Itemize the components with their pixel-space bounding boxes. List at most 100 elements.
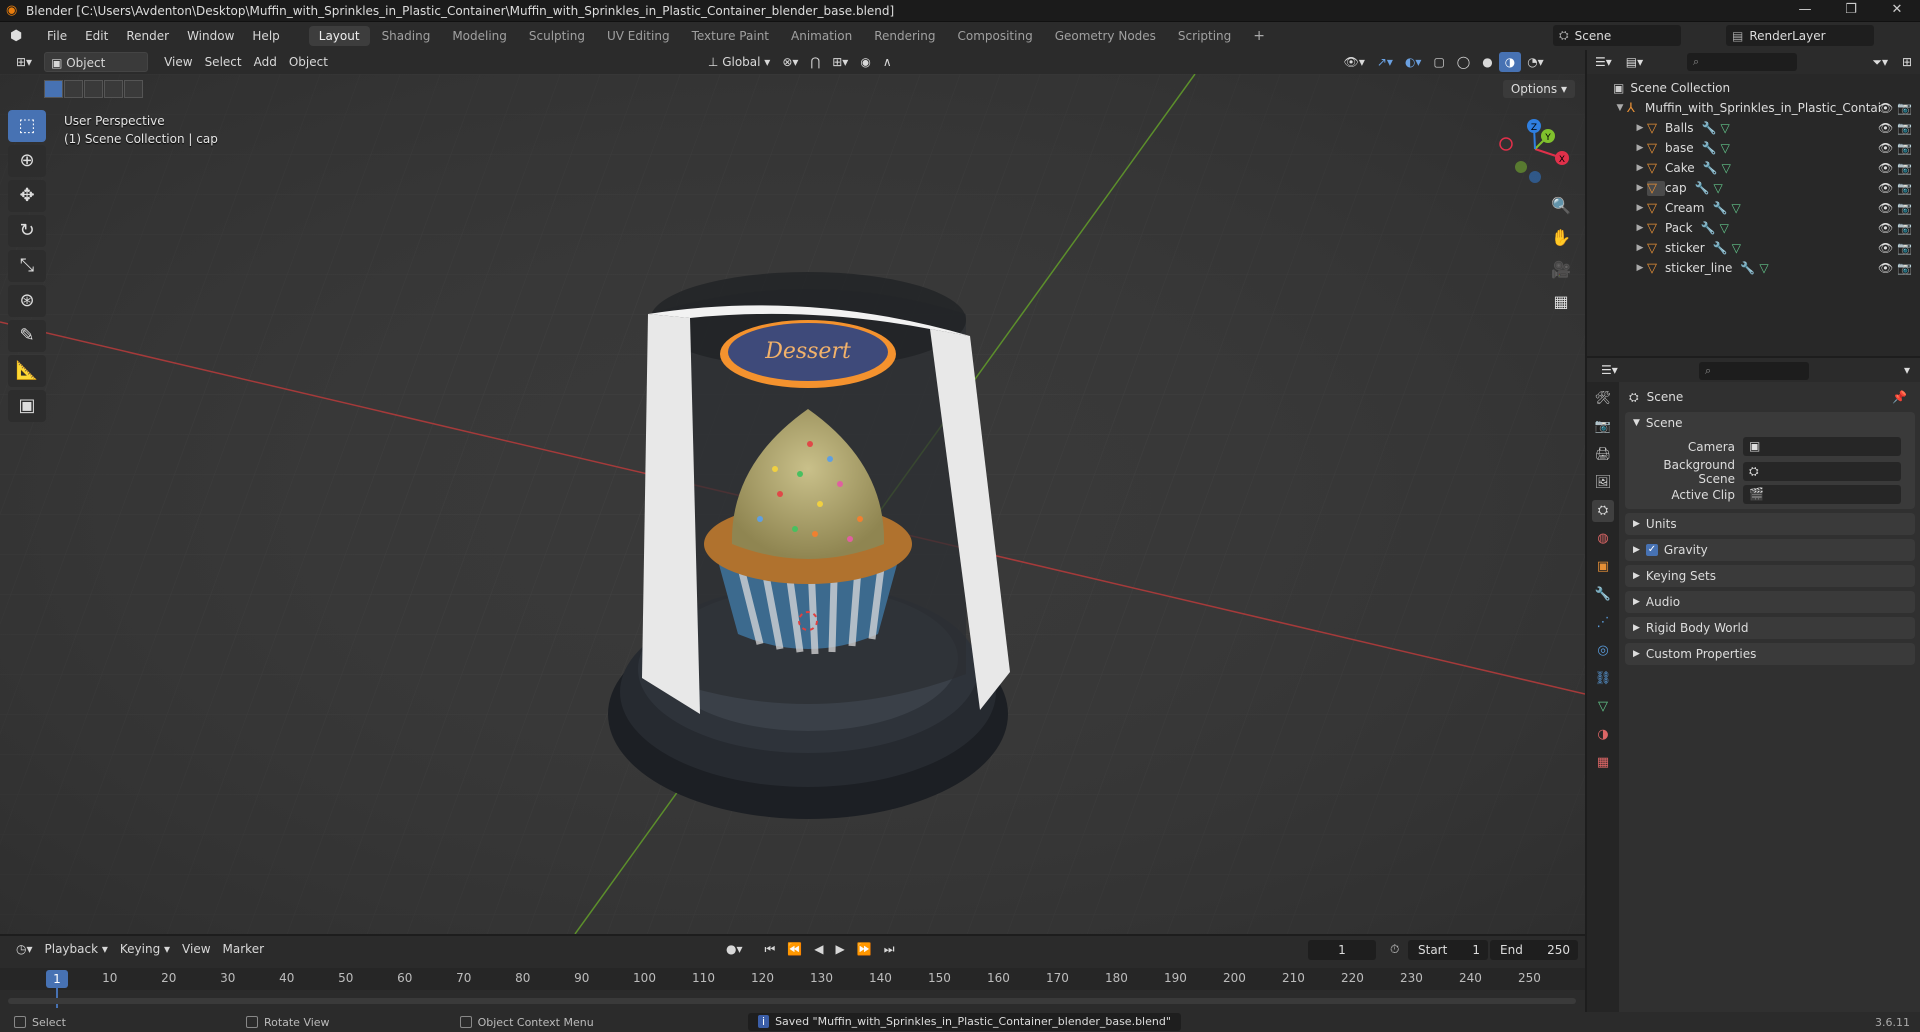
snap-target-icon[interactable]: ⊞▾	[826, 52, 854, 72]
end-frame-input[interactable]: End 250	[1490, 940, 1578, 960]
visibility-toggles[interactable]: 👁 📷	[1878, 121, 1912, 135]
menu-edit[interactable]: Edit	[76, 22, 117, 50]
tab-rendering[interactable]: Rendering	[864, 26, 945, 46]
material-tab-icon[interactable]: ◑	[1592, 724, 1614, 746]
timeline-ruler[interactable]: 1 10 20 30 40 50 60 70 80 90 100 110 120 130 140 150 160…	[0, 968, 1585, 1008]
timeline-editor-icon[interactable]: ◷▾	[10, 939, 39, 959]
cursor-tool-icon[interactable]: ⊕	[8, 145, 46, 177]
visibility-icon[interactable]: 👁▾	[1338, 52, 1371, 72]
visibility-toggles[interactable]: 👁 📷	[1878, 161, 1912, 175]
pin-icon[interactable]: 📌	[1892, 390, 1907, 404]
new-collection-icon[interactable]: ⊞	[1902, 55, 1912, 69]
display-mode-icon[interactable]: ▤▾	[1626, 55, 1643, 69]
outliner-collection[interactable]: ▼ ⅄ Muffin_with_Sprinkles_in_Plastic_Con…	[1587, 98, 1920, 118]
play-reverse-icon[interactable]: ◀	[808, 939, 829, 959]
custom-properties-panel[interactable]: ▶ Custom Properties	[1625, 643, 1915, 665]
playback-menu[interactable]: Playback ▾	[39, 939, 114, 959]
options-dropdown[interactable]: Options ▾	[1502, 80, 1575, 98]
select-intersect-icon[interactable]	[124, 80, 143, 98]
pan-hand-icon[interactable]: ✋	[1549, 226, 1573, 250]
expand-arrow-icon[interactable]: ▶	[1633, 223, 1647, 233]
menu-object[interactable]: Object	[283, 52, 334, 72]
tab-sculpting[interactable]: Sculpting	[519, 26, 595, 46]
expand-arrow-icon[interactable]: ▶	[1633, 143, 1647, 153]
rotate-tool-icon[interactable]: ↻	[8, 215, 46, 247]
gravity-checkbox[interactable]: ✓	[1645, 544, 1658, 556]
menu-file[interactable]: File	[38, 22, 76, 50]
visibility-toggles[interactable]: 👁 📷	[1878, 201, 1912, 215]
expand-arrow-icon[interactable]: ▶	[1633, 163, 1647, 173]
visibility-toggles[interactable]: 👁 📷	[1878, 101, 1912, 115]
gizmo-icon[interactable]: ↗▾	[1371, 52, 1399, 72]
play-icon[interactable]: ▶	[830, 939, 851, 959]
keying-sets-panel[interactable]: ▶ Keying Sets	[1625, 565, 1915, 587]
visibility-toggles[interactable]: 👁 📷	[1878, 241, 1912, 255]
outliner-editor-icon[interactable]: ☰▾	[1595, 55, 1612, 69]
select-extend-icon[interactable]	[64, 80, 83, 98]
object-tab-icon[interactable]: ▣	[1592, 556, 1614, 578]
material-shading-icon[interactable]: ◑	[1498, 52, 1522, 72]
minimize-button[interactable]: —	[1782, 0, 1828, 22]
filter-icon[interactable]: ⏷▾	[1872, 55, 1888, 70]
tab-scripting[interactable]: Scripting	[1168, 26, 1241, 46]
select-invert-icon[interactable]	[104, 80, 123, 98]
tab-uv-editing[interactable]: UV Editing	[597, 26, 680, 46]
units-panel[interactable]: ▶ Units	[1625, 513, 1915, 535]
move-tool-icon[interactable]: ✥	[8, 180, 46, 212]
jump-end-icon[interactable]: ⏭	[878, 939, 901, 959]
blender-menu-icon[interactable]: ⬢	[10, 28, 32, 44]
audio-panel[interactable]: ▶ Audio	[1625, 591, 1915, 613]
tab-shading[interactable]: Shading	[372, 26, 441, 46]
close-button[interactable]: ✕	[1874, 0, 1920, 22]
properties-search-input[interactable]: ⌕	[1699, 362, 1809, 380]
expand-arrow-icon[interactable]: ▶	[1633, 123, 1647, 133]
current-frame-input[interactable]: 1	[1308, 940, 1376, 960]
zoom-icon[interactable]: 🔍	[1549, 194, 1573, 218]
tab-texture-paint[interactable]: Texture Paint	[682, 26, 779, 46]
preview-range-icon[interactable]: ⏱	[1390, 942, 1399, 957]
scale-tool-icon[interactable]: ⤡	[8, 250, 46, 282]
outliner-item[interactable]: ▶ ▽ Cake 🔧 ▽ 👁 📷	[1587, 158, 1920, 178]
modifier-tab-icon[interactable]: 🔧	[1592, 584, 1614, 606]
outliner-scene-collection[interactable]: ▣ Scene Collection	[1587, 78, 1920, 98]
add-cube-tool-icon[interactable]: ▣	[8, 390, 46, 422]
menu-select[interactable]: Select	[199, 52, 248, 72]
solid-shading-icon[interactable]: ●	[1476, 52, 1498, 72]
select-box-tool-icon[interactable]: ⬚	[8, 110, 46, 142]
gravity-panel[interactable]: ▶ ✓ Gravity	[1625, 539, 1915, 561]
background-scene-input[interactable]: ⛭	[1743, 462, 1901, 481]
active-clip-input[interactable]: 🎬	[1743, 485, 1901, 504]
visibility-toggles[interactable]: 👁 📷	[1878, 141, 1912, 155]
view-layer-selector[interactable]: ▤ RenderLayer	[1726, 25, 1874, 46]
outliner-item[interactable]: ▶ ▽ sticker_line 🔧 ▽ 👁 📷	[1587, 258, 1920, 278]
annotate-tool-icon[interactable]: ✎	[8, 320, 46, 352]
transform-orientation-dropdown[interactable]: ⊥ Global ▾	[702, 52, 776, 72]
camera-view-icon[interactable]: 🎥	[1549, 258, 1573, 282]
wireframe-shading-icon[interactable]: ◯	[1451, 52, 1476, 72]
visibility-toggles[interactable]: 👁 📷	[1878, 261, 1912, 275]
ortho-grid-icon[interactable]: ▦	[1549, 290, 1573, 314]
jump-keyframe-back-icon[interactable]: ⏪	[781, 939, 808, 959]
rigid-body-world-panel[interactable]: ▶ Rigid Body World	[1625, 617, 1915, 639]
scene-panel-header[interactable]: ▼ Scene	[1625, 412, 1915, 434]
expand-arrow-icon[interactable]: ▶	[1633, 243, 1647, 253]
scene-tab-icon[interactable]: ⛭	[1592, 500, 1614, 522]
outliner-item[interactable]: ▶ ▽ sticker 🔧 ▽ 👁 📷	[1587, 238, 1920, 258]
add-workspace-button[interactable]: +	[1243, 26, 1275, 46]
outliner-item[interactable]: ▶ ▽ Balls 🔧 ▽ 👁 📷	[1587, 118, 1920, 138]
proportional-edit-icon[interactable]: ◉	[854, 52, 876, 72]
select-subtract-icon[interactable]	[84, 80, 103, 98]
select-new-icon[interactable]	[44, 80, 63, 98]
outliner-item[interactable]: ▶ ▽ Pack 🔧 ▽ 👁 📷	[1587, 218, 1920, 238]
visibility-toggles[interactable]: 👁 📷	[1878, 221, 1912, 235]
tab-geometry-nodes[interactable]: Geometry Nodes	[1045, 26, 1166, 46]
3d-viewport[interactable]: Dessert X Y Z Options ▾ User Perspective…	[0, 74, 1585, 934]
timeline-view-menu[interactable]: View	[176, 939, 216, 959]
world-tab-icon[interactable]: ◍	[1592, 528, 1614, 550]
particles-tab-icon[interactable]: ⋰	[1592, 612, 1614, 634]
expand-arrow-icon[interactable]: ▼	[1613, 103, 1627, 113]
expand-arrow-icon[interactable]: ▶	[1633, 263, 1647, 273]
constraints-tab-icon[interactable]: ⛓	[1592, 668, 1614, 690]
outliner-search-input[interactable]: ⌕	[1687, 53, 1797, 71]
camera-input[interactable]: ▣	[1743, 437, 1901, 456]
